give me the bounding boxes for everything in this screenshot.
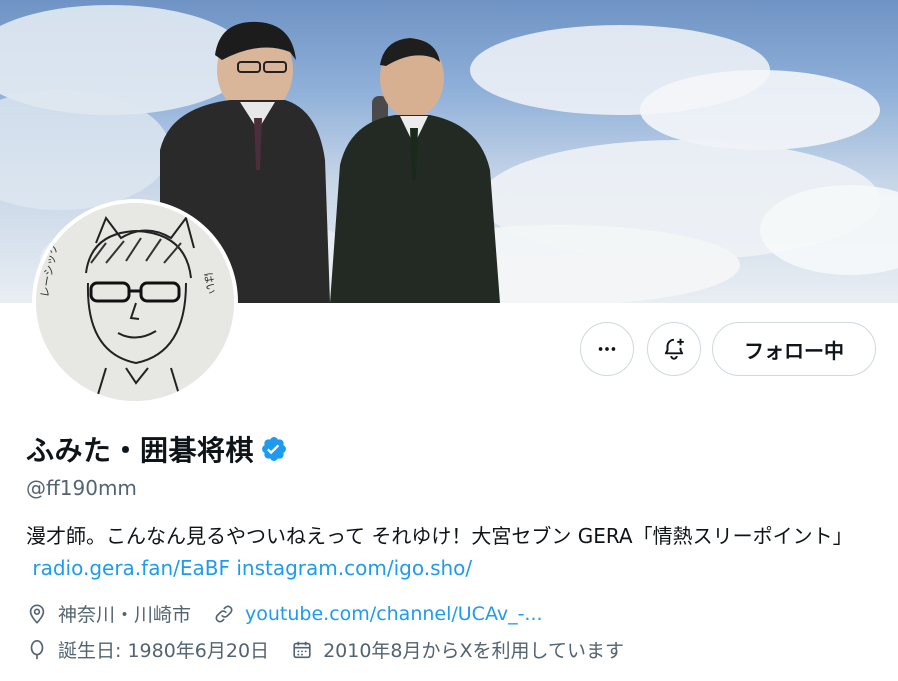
name-row: ふみた・囲碁将棋 <box>26 429 288 469</box>
bell-plus-icon <box>664 338 684 360</box>
location-item: 神奈川・川崎市 <box>26 600 191 627</box>
profile-avatar[interactable]: レーシック はい <box>32 199 238 405</box>
more-horizontal-icon <box>598 347 616 351</box>
location-pin-icon <box>29 603 45 624</box>
bio-link-radio[interactable]: radio.gera.fan/EaBF <box>32 556 230 580</box>
avatar-image: レーシック はい <box>36 203 234 401</box>
profile-meta-row-2: 誕生日: 1980年6月20日 2010年8月からXを利用しています <box>26 636 646 663</box>
verified-badge-icon[interactable] <box>260 435 288 463</box>
user-handle: @ff190mm <box>26 476 137 500</box>
bio-text: 漫才師。こんなん見るやつ​いねえって それゆけ！大宮セブン GERA「情熱スリー… <box>26 524 853 548</box>
following-button[interactable]: フォロー中 <box>712 322 876 376</box>
profile-bio: 漫才師。こんなん見るやつ​いねえって それゆけ！大宮セブン GERA「情熱スリー… <box>26 520 876 584</box>
joined-item: 2010年8月からXを利用しています <box>291 636 624 663</box>
birthday-text: 誕生日: 1980年6月20日 <box>58 640 270 662</box>
notifications-button[interactable] <box>647 322 701 376</box>
more-button[interactable] <box>580 322 634 376</box>
website-item: youtube.com/channel/UCAv_-... <box>213 603 543 625</box>
link-icon <box>215 605 233 622</box>
joined-text: 2010年8月からXを利用しています <box>323 640 624 662</box>
profile-meta-row-1: 神奈川・川崎市 youtube.com/channel/UCAv_-... <box>26 600 565 627</box>
bio-link-instagram[interactable]: instagram.com/igo.sho/ <box>236 556 472 580</box>
display-name: ふみた・囲碁将棋 <box>26 434 255 467</box>
location-text: 神奈川・川崎市 <box>58 604 192 626</box>
calendar-icon <box>293 641 311 658</box>
website-link[interactable]: youtube.com/channel/UCAv_-... <box>245 603 543 625</box>
birthday-item: 誕生日: 1980年6月20日 <box>26 636 269 663</box>
balloon-icon <box>30 639 44 659</box>
